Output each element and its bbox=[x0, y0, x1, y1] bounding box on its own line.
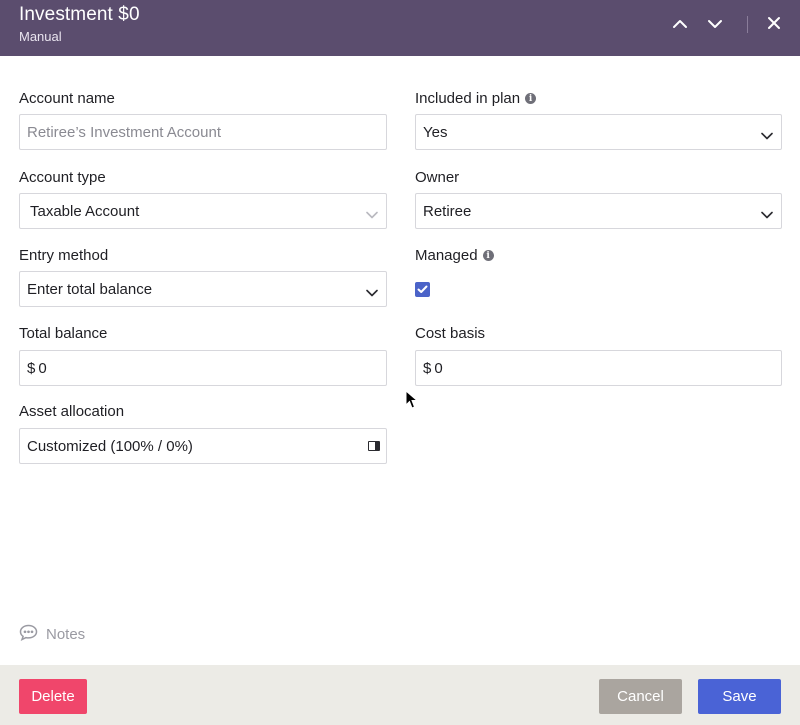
total-balance-label: Total balance bbox=[19, 325, 107, 342]
managed-label-text: Managed bbox=[415, 247, 478, 264]
included-in-plan-value: Yes bbox=[423, 123, 448, 141]
included-in-plan-label-text: Included in plan bbox=[415, 90, 521, 107]
asset-allocation-label: Asset allocation bbox=[19, 403, 124, 420]
currency-prefix: $ bbox=[27, 359, 36, 377]
previous-button[interactable] bbox=[667, 12, 693, 38]
account-name-label: Account name bbox=[19, 90, 115, 107]
next-button[interactable] bbox=[702, 12, 728, 38]
included-in-plan-label: Included in plan i bbox=[415, 90, 537, 107]
account-type-label-text: Account type bbox=[19, 169, 106, 186]
currency-prefix: $ bbox=[423, 359, 432, 377]
asset-allocation-label-text: Asset allocation bbox=[19, 403, 125, 420]
included-in-plan-select[interactable]: Yes bbox=[415, 114, 782, 150]
delete-button[interactable]: Delete bbox=[19, 679, 87, 714]
owner-value: Retiree bbox=[423, 202, 472, 220]
modal-header: Investment $0 Manual bbox=[0, 0, 800, 56]
account-type-select[interactable]: Taxable Account bbox=[19, 193, 387, 229]
page-title: Investment $0 bbox=[19, 4, 140, 25]
panel-icon[interactable] bbox=[368, 441, 380, 451]
checkmark-icon bbox=[417, 281, 428, 299]
chevron-up-icon bbox=[672, 16, 688, 34]
asset-allocation-field[interactable]: Customized (100% / 0%) bbox=[19, 428, 387, 464]
info-icon[interactable]: i bbox=[482, 250, 494, 261]
managed-checkbox[interactable] bbox=[415, 282, 430, 297]
chevron-down-icon bbox=[761, 127, 773, 144]
close-button[interactable] bbox=[761, 12, 787, 38]
cost-basis-value: 0 bbox=[434, 359, 443, 377]
cost-basis-input[interactable]: $ 0 bbox=[415, 350, 782, 386]
entry-method-select[interactable]: Enter total balance bbox=[19, 271, 387, 307]
chevron-down-icon bbox=[366, 284, 378, 301]
chevron-down-icon bbox=[761, 206, 773, 223]
chevron-down-icon bbox=[707, 16, 723, 34]
notes-toggle[interactable]: Notes bbox=[19, 624, 85, 645]
comment-icon bbox=[19, 624, 38, 645]
notes-label: Notes bbox=[46, 626, 86, 643]
total-balance-label-text: Total balance bbox=[19, 325, 108, 342]
total-balance-input[interactable]: $ 0 bbox=[19, 350, 387, 386]
cancel-button[interactable]: Cancel bbox=[599, 679, 682, 714]
account-name-placeholder: Retiree’s Investment Account bbox=[27, 123, 221, 141]
owner-label-text: Owner bbox=[415, 169, 460, 186]
entry-method-label-text: Entry method bbox=[19, 247, 109, 264]
account-type-label: Account type bbox=[19, 169, 106, 186]
entry-method-value: Enter total balance bbox=[27, 280, 153, 298]
chevron-down-icon bbox=[366, 206, 378, 223]
cost-basis-label-text: Cost basis bbox=[415, 325, 486, 342]
account-type-value: Taxable Account bbox=[30, 202, 140, 220]
owner-select[interactable]: Retiree bbox=[415, 193, 782, 229]
save-button[interactable]: Save bbox=[698, 679, 781, 714]
account-name-input[interactable]: Retiree’s Investment Account bbox=[19, 114, 387, 150]
modal-footer: Delete Cancel Save bbox=[0, 665, 800, 725]
entry-method-label: Entry method bbox=[19, 247, 108, 264]
account-name-label-text: Account name bbox=[19, 90, 115, 107]
cost-basis-label: Cost basis bbox=[415, 325, 485, 342]
info-icon[interactable]: i bbox=[525, 93, 537, 104]
mouse-cursor-icon bbox=[405, 389, 419, 415]
owner-label: Owner bbox=[415, 169, 459, 186]
close-icon bbox=[767, 16, 781, 35]
managed-label: Managed i bbox=[415, 247, 494, 264]
total-balance-value: 0 bbox=[38, 359, 47, 377]
asset-allocation-value: Customized (100% / 0%) bbox=[27, 437, 193, 455]
page-subtitle: Manual bbox=[19, 29, 62, 44]
header-divider bbox=[747, 16, 748, 33]
